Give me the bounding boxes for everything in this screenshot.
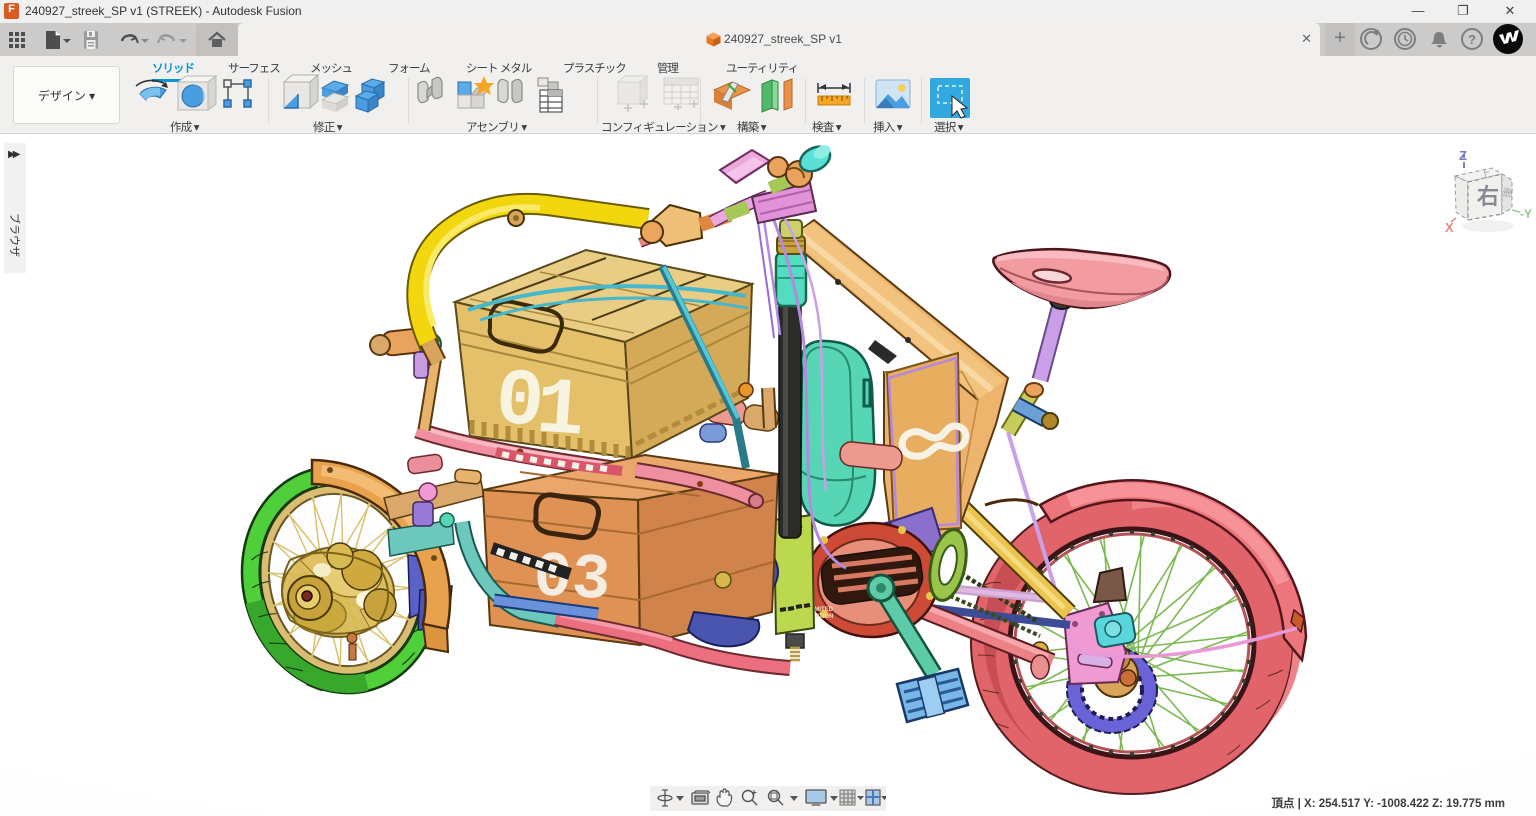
svg-text:-Y: -Y — [1520, 207, 1532, 221]
svg-text:1: 1 — [533, 364, 587, 458]
svg-text:X: X — [1445, 220, 1454, 235]
svg-text:?: ? — [1468, 32, 1476, 47]
svg-text:上: 上 — [1479, 167, 1492, 182]
svg-text:右: 右 — [1477, 184, 1499, 209]
svg-text:Z: Z — [1459, 148, 1467, 163]
